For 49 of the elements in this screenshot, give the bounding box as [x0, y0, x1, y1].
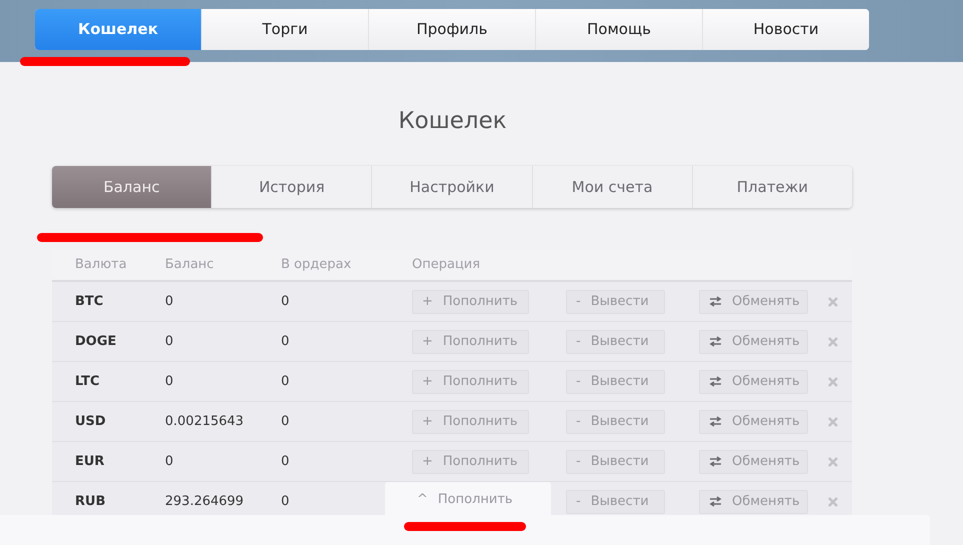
deposit-button[interactable]: + Пополнить — [412, 330, 529, 354]
nav-tab[interactable]: Новости — [703, 9, 869, 50]
balance-cell-text: 0 — [165, 452, 174, 471]
wallet-tab[interactable]: Настройки — [372, 166, 533, 208]
wallet-tab[interactable]: Мои счета — [532, 166, 693, 208]
deposit-button[interactable]: + Пополнить — [412, 290, 529, 314]
deposit-button[interactable]: + Пополнить — [412, 370, 529, 394]
page-title: Кошелек — [397, 107, 508, 136]
currency-cell-text: LTC — [74, 372, 101, 391]
currency-cell-text: EUR — [74, 452, 106, 471]
nav-tab[interactable]: Профиль — [369, 9, 536, 50]
currency-cell-text: RUB — [74, 492, 106, 511]
balance-cell-text: 0 — [165, 372, 174, 391]
column-header: Валюта — [74, 256, 128, 274]
orders-cell-text: 0 — [281, 412, 290, 431]
deposit-button[interactable]: + Пополнить — [412, 410, 529, 434]
wallet-tab[interactable]: Платежи — [692, 166, 852, 208]
exchange-button[interactable]: Обменять — [699, 290, 808, 314]
orders-cell-text: 0 — [281, 452, 290, 471]
exchange-button[interactable]: Обменять — [699, 410, 808, 434]
balance-cell-text: 0 — [165, 292, 174, 311]
nav-tab[interactable]: Помощь — [536, 9, 703, 50]
withdraw-button[interactable]: - Вывести — [566, 410, 665, 434]
orders-cell-text: 0 — [281, 492, 290, 511]
deposit-button[interactable]: + Пополнить — [412, 450, 529, 474]
balance-cell-text: 293.264699 — [165, 492, 245, 511]
currency-cell-text: BTC — [74, 292, 104, 311]
wallet-tab[interactable]: История — [212, 166, 372, 208]
withdraw-button[interactable]: - Вывести — [566, 490, 665, 514]
withdraw-button[interactable]: - Вывести — [566, 290, 665, 314]
balance-cell-text: 0 — [165, 332, 174, 351]
currency-cell-text: DOGE — [74, 332, 118, 351]
withdraw-button[interactable]: - Вывести — [566, 330, 665, 354]
orders-cell-text: 0 — [281, 372, 290, 391]
column-header: Баланс — [165, 256, 215, 274]
balance-cell-text: 0.00215643 — [165, 412, 245, 431]
nav-tab[interactable]: Торги — [202, 9, 369, 50]
orders-cell-text: 0 — [281, 332, 290, 351]
exchange-button[interactable]: Обменять — [699, 370, 808, 394]
caret-icon: ^ — [417, 490, 428, 510]
orders-cell-text: 0 — [281, 292, 290, 311]
exchange-button[interactable]: Обменять — [699, 490, 808, 514]
currency-cell-text: USD — [74, 412, 107, 431]
withdraw-button[interactable]: - Вывести — [566, 370, 665, 394]
column-header: В ордерах — [281, 256, 352, 274]
withdraw-button[interactable]: - Вывести — [566, 450, 665, 474]
column-header: Операция — [412, 256, 482, 274]
exchange-button[interactable]: Обменять — [699, 330, 808, 354]
exchange-button[interactable]: Обменять — [699, 450, 808, 474]
